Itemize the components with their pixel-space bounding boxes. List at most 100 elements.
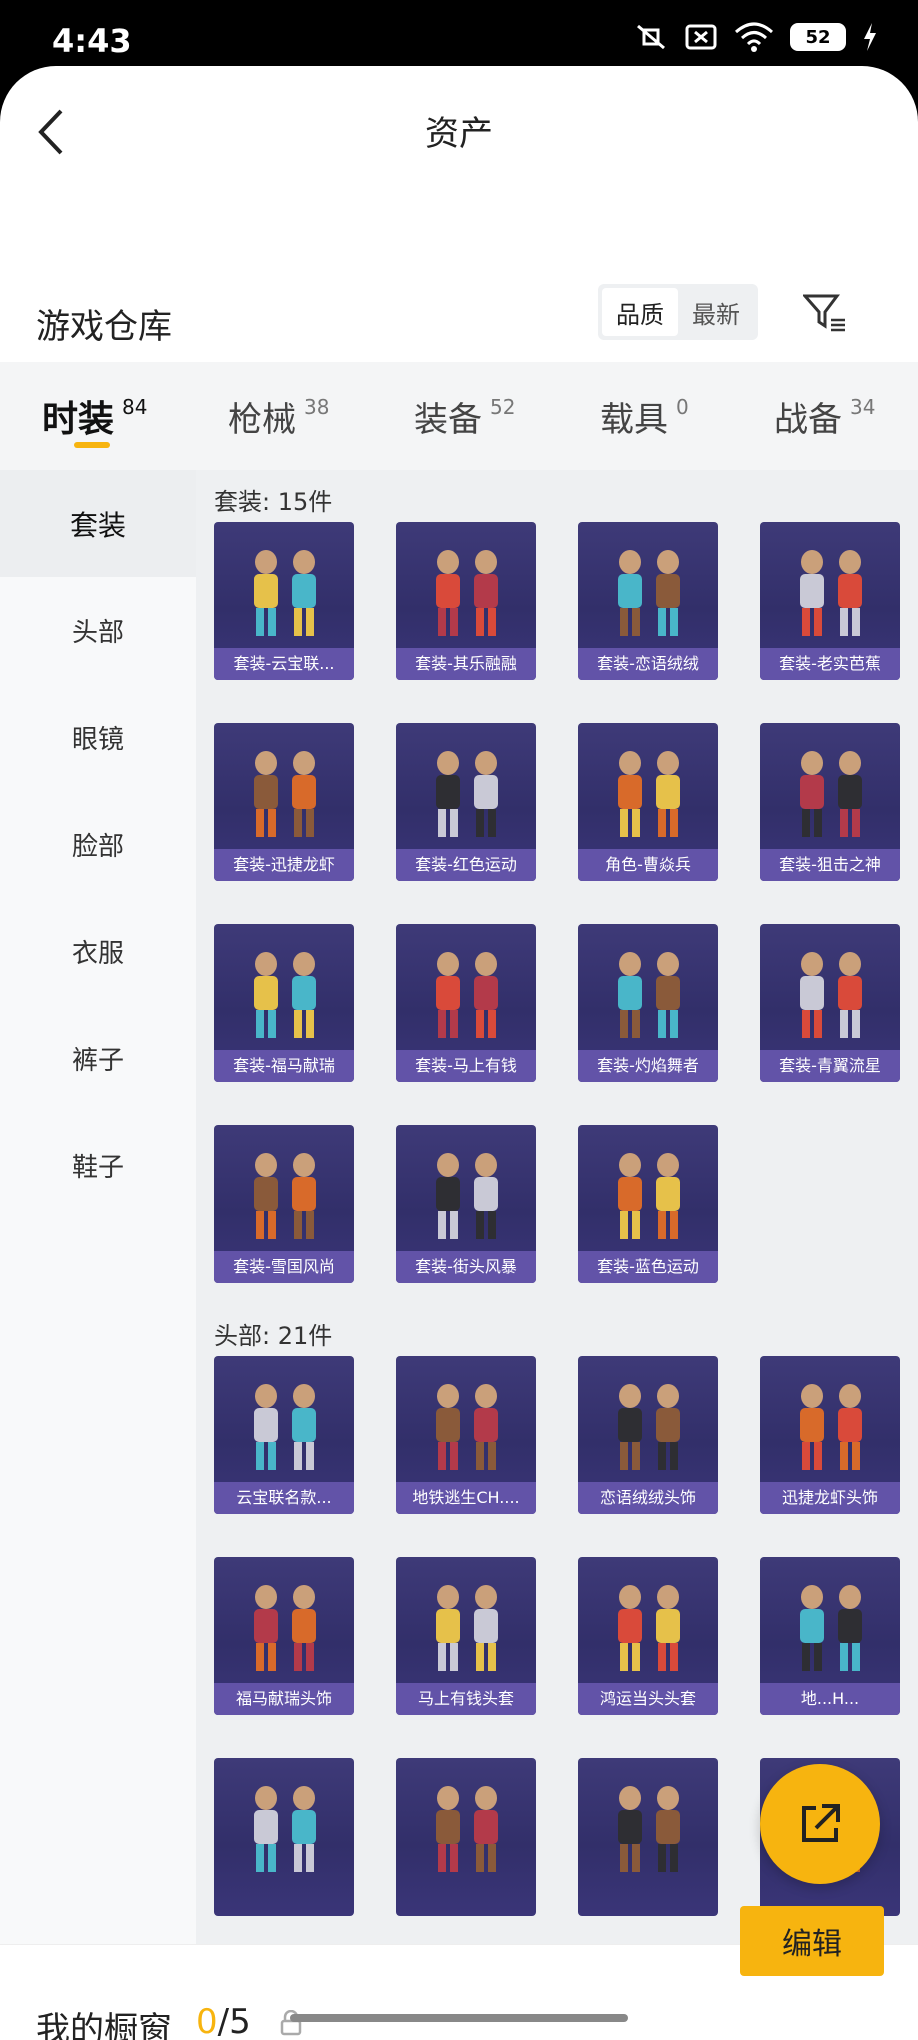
item-card[interactable]: 福马献瑞头饰 <box>214 1557 354 1715</box>
item-card[interactable]: 套装-迅捷龙虾 <box>214 723 354 881</box>
item-thumbnail <box>254 1786 316 1872</box>
tab-count: 38 <box>304 395 330 419</box>
item-card[interactable]: 套装-灼焰舞者 <box>578 924 718 1082</box>
item-name: 角色-曹焱兵 <box>578 849 718 881</box>
filter-button[interactable] <box>800 284 850 340</box>
item-card[interactable]: 套装-青翼流星 <box>760 924 900 1082</box>
item-thumbnail <box>618 550 680 636</box>
status-icons: 52 <box>634 22 878 52</box>
showcase-used: 0 <box>196 2002 218 2040</box>
item-card[interactable]: 套装-雪国风尚 <box>214 1125 354 1283</box>
warehouse-header: 游戏仓库 <box>0 271 918 371</box>
warehouse-title: 游戏仓库 <box>36 307 172 347</box>
tab-label: 装备 <box>414 399 482 440</box>
item-card[interactable]: 套装-老实芭蕉 <box>760 522 900 680</box>
item-thumbnail <box>800 1384 862 1470</box>
item-card[interactable]: 马上有钱头套 <box>396 1557 536 1715</box>
edit-button[interactable]: 编辑 <box>740 1906 884 1976</box>
item-thumbnail <box>800 952 862 1038</box>
item-name: 福马献瑞头饰 <box>214 1683 354 1715</box>
sidebar-item-head[interactable]: 头部 <box>0 577 196 684</box>
tab-label: 载具 <box>600 399 668 440</box>
item-card[interactable]: 套装-福马献瑞 <box>214 924 354 1082</box>
item-name: 套装-其乐融融 <box>396 648 536 680</box>
item-card[interactable]: 云宝联名款... <box>214 1356 354 1514</box>
item-thumbnail <box>436 1585 498 1671</box>
tab-weapons[interactable]: 枪械 38 <box>228 362 329 470</box>
wifi-icon <box>735 22 773 52</box>
item-thumbnail <box>800 1585 862 1671</box>
status-time: 4:43 <box>52 22 132 60</box>
sidebar-item-pants[interactable]: 裤子 <box>0 1005 196 1112</box>
battery-indicator: 52 <box>790 23 846 51</box>
tab-supplies[interactable]: 战备 34 <box>774 362 875 470</box>
item-thumbnail <box>800 751 862 837</box>
tab-label: 枪械 <box>228 399 296 440</box>
item-card[interactable]: 套装-狙击之神 <box>760 723 900 881</box>
item-card[interactable] <box>578 1758 718 1916</box>
item-name: 鸿运当头头套 <box>578 1683 718 1715</box>
sidebar-item-clothes[interactable]: 衣服 <box>0 898 196 1005</box>
item-name: 套装-灼焰舞者 <box>578 1050 718 1082</box>
share-button[interactable] <box>760 1764 880 1884</box>
sort-newest-button[interactable]: 最新 <box>678 288 754 336</box>
showcase-count: 0/5 <box>196 2002 251 2040</box>
sub-category-sidebar: 套装 头部 眼镜 脸部 衣服 裤子 鞋子 <box>0 470 196 1970</box>
sidebar-item-suit[interactable]: 套装 <box>0 470 196 577</box>
section-title: 套装: 15件 <box>214 488 333 516</box>
item-name: 套装-青翼流星 <box>760 1050 900 1082</box>
item-thumbnail <box>254 952 316 1038</box>
charging-icon <box>864 23 876 51</box>
item-name: 地铁逃生CH.... <box>396 1482 536 1514</box>
sidebar-item-face[interactable]: 脸部 <box>0 791 196 898</box>
item-card[interactable]: 地铁逃生CH.... <box>396 1356 536 1514</box>
item-name: 云宝联名款... <box>214 1482 354 1514</box>
item-thumbnail <box>800 550 862 636</box>
item-card[interactable]: 鸿运当头头套 <box>578 1557 718 1715</box>
section-title: 头部: 21件 <box>214 1322 333 1350</box>
item-card[interactable]: 角色-曹焱兵 <box>578 723 718 881</box>
item-card[interactable]: 套装-云宝联... <box>214 522 354 680</box>
item-card[interactable] <box>396 1758 536 1916</box>
item-card[interactable]: 恋语绒绒头饰 <box>578 1356 718 1514</box>
top-bar: 资产 <box>0 66 918 256</box>
item-thumbnail <box>618 1585 680 1671</box>
item-thumbnail <box>254 1384 316 1470</box>
item-name: 套装-老实芭蕉 <box>760 648 900 680</box>
category-tabs: 时装 84 枪械 38 装备 52 载具 0 战备 34 <box>0 362 918 470</box>
mute-vibrate-icon <box>637 24 665 50</box>
item-card[interactable]: 套装-红色运动 <box>396 723 536 881</box>
item-card[interactable]: 套装-街头风暴 <box>396 1125 536 1283</box>
item-name: 套装-狙击之神 <box>760 849 900 881</box>
tab-equipment[interactable]: 装备 52 <box>414 362 515 470</box>
item-thumbnail <box>254 1585 316 1671</box>
item-card[interactable]: 套装-蓝色运动 <box>578 1125 718 1283</box>
tab-count: 52 <box>490 395 516 419</box>
item-name: 套装-雪国风尚 <box>214 1251 354 1283</box>
item-thumbnail <box>436 751 498 837</box>
item-name: 套装-蓝色运动 <box>578 1251 718 1283</box>
item-card[interactable]: 迅捷龙虾头饰 <box>760 1356 900 1514</box>
home-indicator[interactable] <box>290 2014 628 2022</box>
item-card[interactable] <box>214 1758 354 1916</box>
sidebar-item-glasses[interactable]: 眼镜 <box>0 684 196 791</box>
item-name: 套装-迅捷龙虾 <box>214 849 354 881</box>
item-thumbnail <box>618 751 680 837</box>
item-thumbnail <box>618 1153 680 1239</box>
item-card[interactable]: 套装-恋语绒绒 <box>578 522 718 680</box>
item-card[interactable]: 套装-其乐融融 <box>396 522 536 680</box>
tab-count: 0 <box>676 395 689 419</box>
tab-count: 34 <box>850 395 876 419</box>
item-name: 迅捷龙虾头饰 <box>760 1482 900 1514</box>
app-screen: 资产 游戏仓库 品质 最新 时装 84 枪械 38 装备 52 载具 0 战备 … <box>0 66 918 2040</box>
tab-vehicles[interactable]: 载具 0 <box>600 362 689 470</box>
item-thumbnail <box>436 952 498 1038</box>
sidebar-item-shoes[interactable]: 鞋子 <box>0 1112 196 1219</box>
item-thumbnail <box>618 1384 680 1470</box>
tab-fashion[interactable]: 时装 84 <box>42 362 147 470</box>
item-card[interactable]: 地...H... <box>760 1557 900 1715</box>
item-card[interactable]: 套装-马上有钱 <box>396 924 536 1082</box>
sort-quality-button[interactable]: 品质 <box>602 288 678 336</box>
item-grid: 套装: 15件 套装-云宝联... 套装-其乐融融 套装-恋语绒绒 套装-老实芭蕉 套装-… <box>196 470 918 1970</box>
showcase-label: 我的橱窗 <box>36 2010 172 2040</box>
